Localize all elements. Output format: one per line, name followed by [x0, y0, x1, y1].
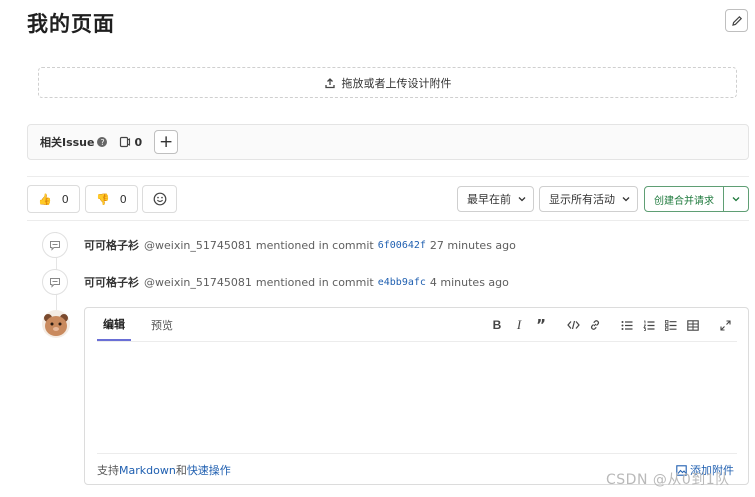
- task-list-icon[interactable]: [660, 316, 682, 334]
- editor-tab-divider: [97, 341, 737, 342]
- comment-icon: [42, 232, 68, 258]
- page-title: 我的页面: [27, 12, 115, 36]
- sort-order-label: 最早在前: [467, 193, 511, 206]
- activity-filter-label: 显示所有活动: [549, 193, 615, 206]
- upload-icon: [324, 77, 335, 88]
- markdown-toolbar: B I ”: [486, 316, 736, 334]
- note-handle[interactable]: @weixin_51745081: [144, 276, 252, 289]
- edit-title-button[interactable]: [725, 9, 748, 32]
- divider: [27, 176, 749, 177]
- bullet-list-icon[interactable]: [616, 316, 638, 334]
- related-issue-count: 0: [119, 136, 142, 149]
- note-action: mentioned in commit: [255, 238, 374, 252]
- divider: [27, 220, 749, 221]
- editor-tabs: 编辑 预览: [97, 308, 179, 341]
- pencil-icon: [731, 15, 742, 26]
- markdown-link[interactable]: Markdown: [119, 464, 176, 477]
- comment-editor[interactable]: 编辑 预览 B I ” 支持Markdown和快速操作 添加附件: [84, 307, 749, 485]
- sort-order-dropdown[interactable]: 最早在前: [457, 186, 534, 212]
- design-upload-dropzone[interactable]: 拖放或者上传设计附件: [38, 67, 737, 98]
- system-note: 可可格子衫 @weixin_51745081 mentioned in comm…: [42, 232, 516, 258]
- note-author[interactable]: 可可格子衫: [84, 274, 139, 290]
- related-issues-bar: 相关Issue ? 0 +: [27, 124, 749, 160]
- note-time: 4 minutes ago: [429, 275, 509, 289]
- comment-icon: [42, 269, 68, 295]
- thumbs-down-icon: 👎: [96, 192, 110, 206]
- watermark: CSDN @从0到1队: [606, 472, 730, 488]
- tab-preview[interactable]: 预览: [145, 308, 179, 341]
- numbered-list-icon[interactable]: [638, 316, 660, 334]
- create-merge-request-button[interactable]: 创建合并请求: [644, 186, 724, 212]
- related-count-value: 0: [134, 135, 143, 149]
- merge-options-toggle[interactable]: [723, 186, 749, 212]
- table-icon[interactable]: [682, 316, 704, 334]
- plus-icon: +: [159, 132, 174, 152]
- bold-icon[interactable]: B: [486, 316, 508, 334]
- note-action: mentioned in commit: [255, 275, 374, 289]
- footer-prefix: 支持: [97, 464, 119, 477]
- footer-and: 和: [175, 464, 187, 477]
- chevron-down-icon: [732, 197, 740, 202]
- issue-icon: [120, 136, 131, 148]
- activity-filter-dropdown[interactable]: 显示所有活动: [539, 186, 638, 212]
- commit-link[interactable]: e4bb9afc: [378, 277, 426, 288]
- related-issues-label: 相关Issue: [40, 136, 95, 149]
- add-related-issue-button[interactable]: +: [154, 130, 179, 154]
- question-icon[interactable]: ?: [97, 137, 108, 147]
- commit-link[interactable]: 6f00642f: [378, 240, 426, 251]
- thumbs-up-button[interactable]: 👍 0: [27, 185, 80, 213]
- italic-icon[interactable]: I: [508, 316, 530, 334]
- thumbs-down-button[interactable]: 👎 0: [85, 185, 138, 213]
- tab-write[interactable]: 编辑: [97, 308, 131, 341]
- quote-icon[interactable]: ”: [530, 316, 552, 334]
- upload-label: 拖放或者上传设计附件: [341, 76, 452, 90]
- add-reaction-button[interactable]: [142, 185, 177, 213]
- note-author[interactable]: 可可格子衫: [84, 237, 139, 253]
- editor-footer-help: 支持Markdown和快速操作: [97, 462, 231, 478]
- note-time: 27 minutes ago: [429, 238, 516, 252]
- code-icon[interactable]: [562, 316, 584, 334]
- system-note: 可可格子衫 @weixin_51745081 mentioned in comm…: [42, 269, 509, 295]
- thumbs-up-count: 0: [61, 192, 69, 206]
- link-icon[interactable]: [584, 316, 606, 334]
- thumbs-up-icon: 👍: [38, 192, 52, 206]
- chevron-down-icon: [518, 197, 526, 202]
- quick-actions-link[interactable]: 快速操作: [187, 464, 231, 477]
- chevron-down-icon: [622, 197, 630, 202]
- fullscreen-icon[interactable]: [714, 316, 736, 334]
- thumbs-down-count: 0: [119, 192, 127, 206]
- smiley-icon: [153, 192, 166, 206]
- editor-footer-divider: [97, 453, 737, 454]
- note-handle[interactable]: @weixin_51745081: [144, 239, 252, 252]
- avatar[interactable]: [42, 310, 70, 338]
